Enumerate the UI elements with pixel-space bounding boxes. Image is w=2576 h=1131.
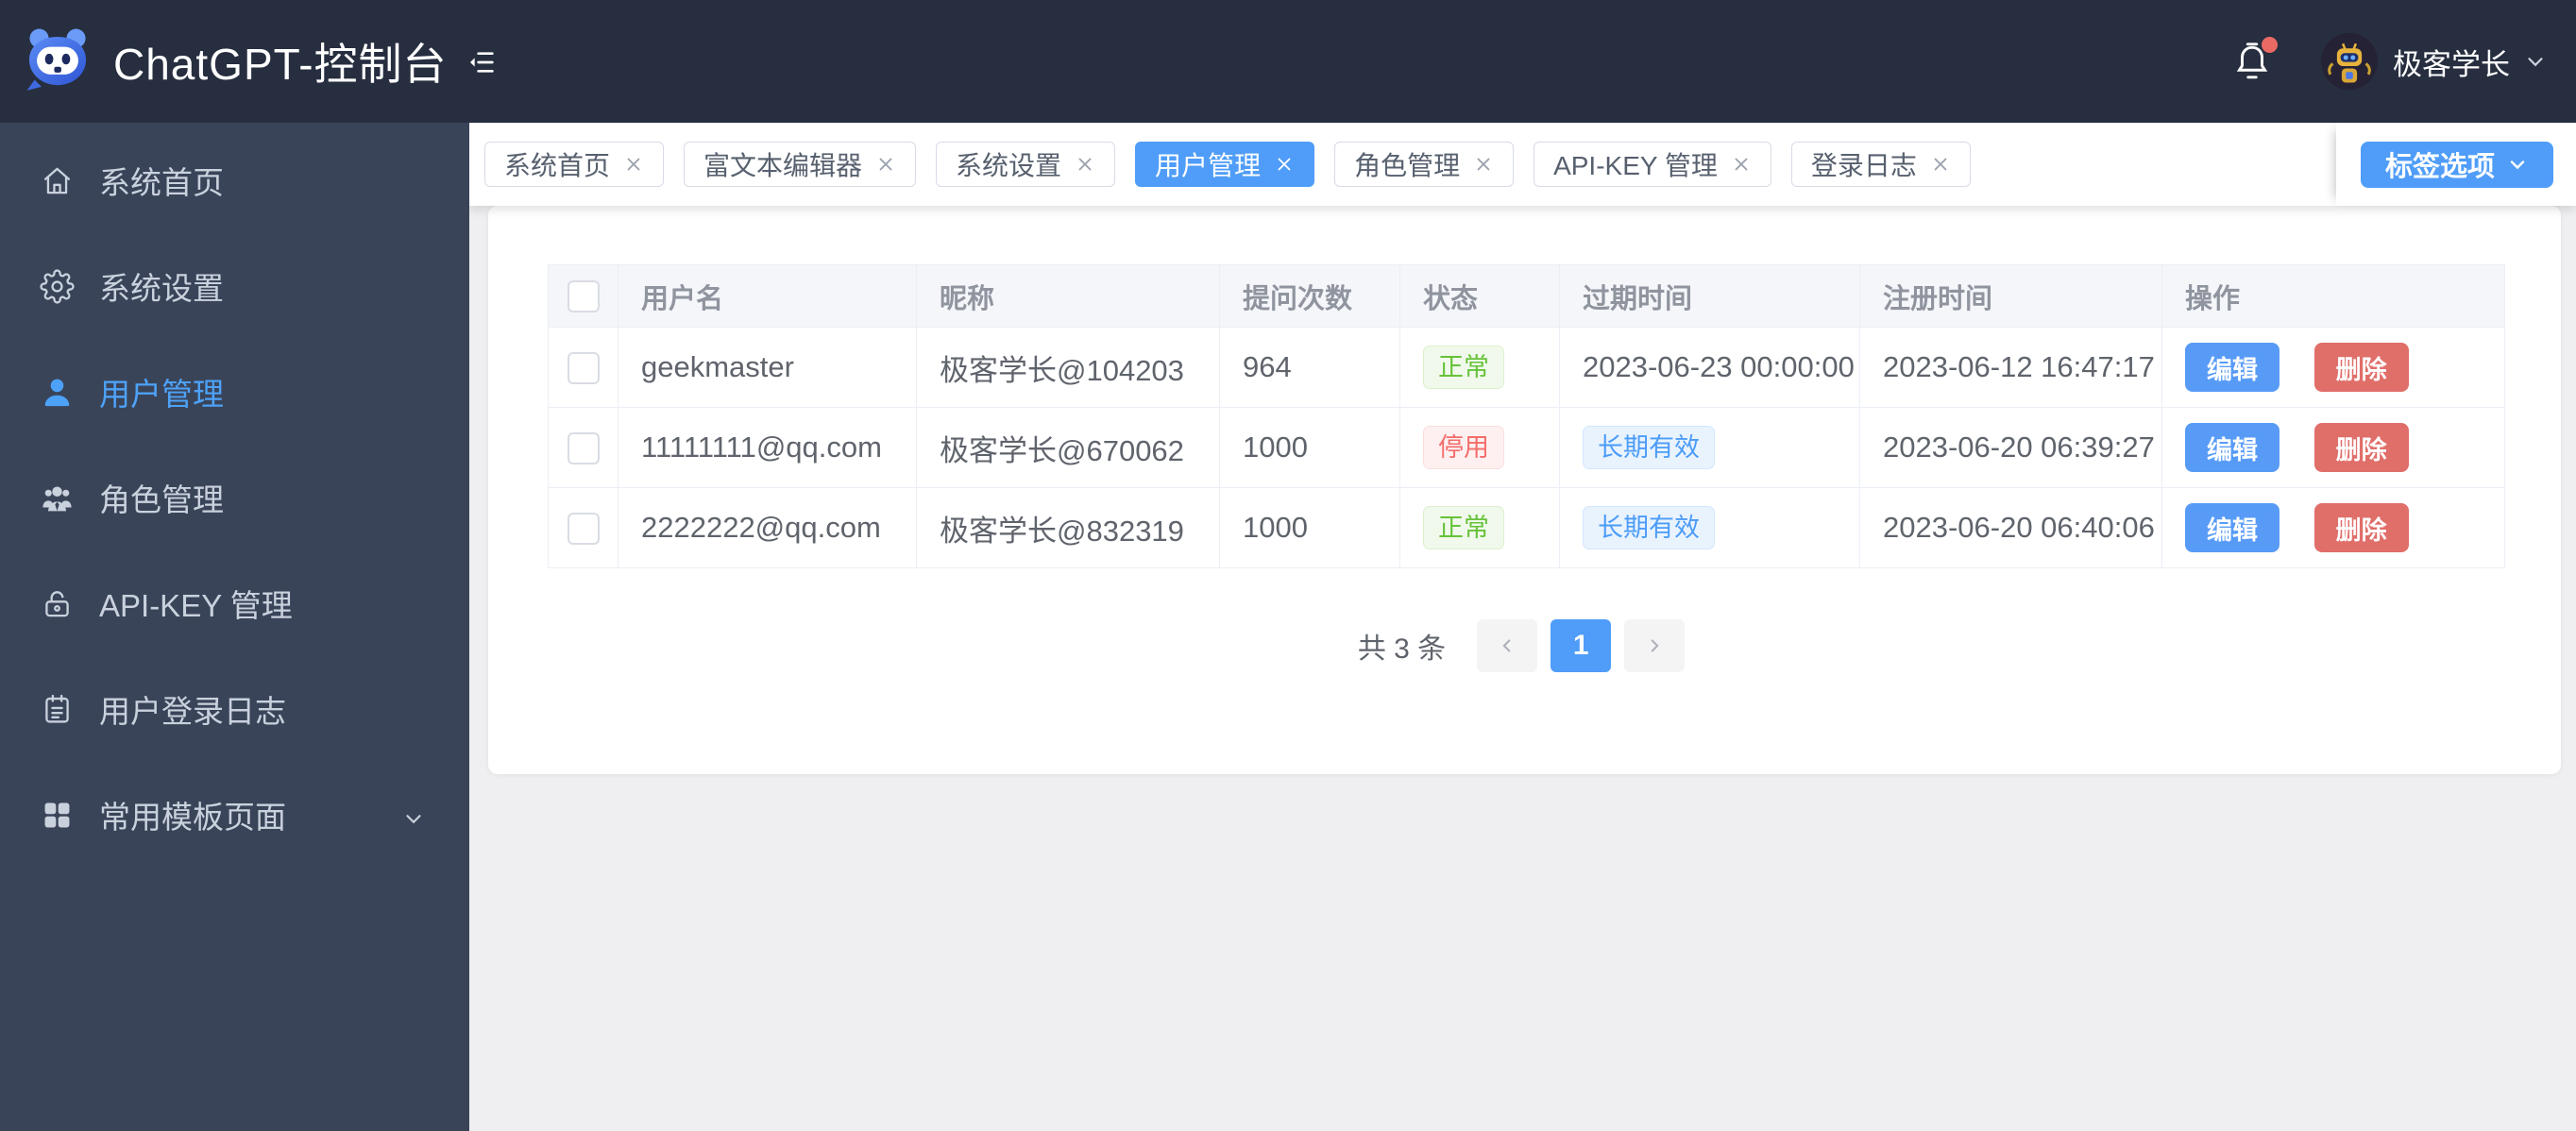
notification-bell-icon[interactable] [2232,37,2278,84]
tab-richtext-editor[interactable]: 富文本编辑器 [684,142,917,187]
app-title: ChatGPT-控制台 [113,40,448,89]
cell-username: 2222222@qq.com [618,487,917,568]
user-table-card: 用户名 昵称 提问次数 状态 过期时间 注册时间 操作 geekmaster 极… [488,206,2561,774]
close-icon[interactable] [1075,154,1095,175]
cell-nickname: 极客学长@104203 [916,327,1220,408]
sidebar-item-label: 角色管理 [99,482,224,517]
close-icon[interactable] [1930,154,1951,175]
chevron-down-icon [2506,153,2529,176]
sidebar-item-roles[interactable]: 角色管理 [0,445,469,550]
app-header: ChatGPT-控制台 极客学长 [0,0,2576,123]
row-checkbox[interactable] [567,432,600,465]
edit-button[interactable]: 编辑 [2185,503,2279,552]
log-icon [40,692,75,727]
page-number-button[interactable]: 1 [1551,619,1612,672]
close-icon[interactable] [623,154,644,175]
user-table: 用户名 昵称 提问次数 状态 过期时间 注册时间 操作 geekmaster 极… [548,264,2505,568]
sidebar-item-label: 用户管理 [99,377,224,412]
cell-register-time: 2023-06-20 06:40:06 [1859,487,2162,568]
user-icon [40,375,75,410]
app-logo-icon [26,28,87,91]
status-badge: 停用 [1423,426,1504,469]
close-icon[interactable] [1274,154,1295,175]
prev-page-button[interactable] [1477,619,1538,672]
close-icon[interactable] [1731,154,1752,175]
next-page-button[interactable] [1624,619,1686,672]
notification-badge [2262,37,2278,53]
tab-apikey-management[interactable]: API-KEY 管理 [1534,142,1771,187]
expire-badge: 长期有效 [1583,426,1715,469]
col-actions: 操作 [2161,264,2505,328]
user-chevron-down-icon[interactable] [2523,49,2548,74]
cell-nickname: 极客学长@832319 [916,487,1220,568]
cell-question-count: 964 [1219,327,1400,408]
close-icon[interactable] [875,154,896,175]
sidebar-item-label: 系统设置 [99,271,224,306]
cell-register-time: 2023-06-20 06:39:27 [1859,407,2162,488]
sidebar-item-label: 常用模板页面 [99,800,286,835]
tab-options-button[interactable]: 标签选项 [2360,141,2553,188]
tab-user-management[interactable]: 用户管理 [1135,142,1315,187]
delete-button[interactable]: 删除 [2313,423,2409,472]
main-area: 系统首页 富文本编辑器 系统设置 用户管理 角色管理 API-KEY 管理 登录… [469,123,2576,1131]
sidebar-fold-icon[interactable] [466,47,498,77]
table-row: geekmaster 极客学长@104203 964 正常 2023-06-23… [548,327,2505,408]
row-checkbox[interactable] [567,352,600,385]
sidebar-item-settings[interactable]: 系统设置 [0,233,469,339]
cell-register-time: 2023-06-12 16:47:17 [1859,327,2162,408]
user-name[interactable]: 极客学长 [2393,41,2510,83]
col-status: 状态 [1399,264,1560,328]
cell-question-count: 1000 [1219,487,1400,568]
sidebar-item-label: API-KEY 管理 [99,588,293,623]
header-right: 极客学长 [2232,33,2576,90]
select-all-checkbox[interactable] [567,279,600,312]
col-register-time: 注册时间 [1859,264,2162,328]
sidebar-item-templates[interactable]: 常用模板页面 [0,762,469,868]
close-icon[interactable] [1473,154,1494,175]
col-question-count: 提问次数 [1219,264,1400,328]
col-nickname: 昵称 [916,264,1220,328]
sidebar: 系统首页 系统设置 用户管理 角色管理 API-KEY 管理 用户登录日志 常用… [0,123,469,1131]
tab-login-log[interactable]: 登录日志 [1790,142,1971,187]
grid-icon [40,798,75,833]
status-badge: 正常 [1423,346,1504,389]
table-row: 2222222@qq.com 极客学长@832319 1000 正常 长期有效 … [548,487,2505,568]
pagination: 共 3 条 1 [488,619,2561,672]
cell-question-count: 1000 [1219,407,1400,488]
tab-options-wrap: 标签选项 [2335,123,2576,206]
tab-home[interactable]: 系统首页 [484,142,665,187]
table-header-row: 用户名 昵称 提问次数 状态 过期时间 注册时间 操作 [548,264,2505,328]
chevron-down-icon [401,802,426,827]
pagination-total: 共 3 条 [1357,633,1447,665]
sidebar-item-label: 用户登录日志 [99,694,286,729]
tab-bar: 系统首页 富文本编辑器 系统设置 用户管理 角色管理 API-KEY 管理 登录… [469,123,2576,206]
tab-settings[interactable]: 系统设置 [936,142,1116,187]
sidebar-item-home[interactable]: 系统首页 [0,127,469,233]
tab-role-management[interactable]: 角色管理 [1334,142,1515,187]
avatar[interactable] [2321,33,2378,90]
cell-nickname: 极客学长@670062 [916,407,1220,488]
status-badge: 正常 [1423,506,1504,549]
cell-username: 11111111@qq.com [618,407,917,488]
gear-icon [40,268,75,304]
table-row: 11111111@qq.com 极客学长@670062 1000 停用 长期有效… [548,407,2505,488]
sidebar-item-login-log[interactable]: 用户登录日志 [0,656,469,762]
edit-button[interactable]: 编辑 [2185,423,2279,472]
row-checkbox[interactable] [567,513,600,546]
cell-expire-time: 2023-06-23 00:00:00 [1559,327,1860,408]
edit-button[interactable]: 编辑 [2185,343,2279,392]
lock-icon [40,586,75,621]
sidebar-item-apikey[interactable]: API-KEY 管理 [0,550,469,656]
content-area: 用户名 昵称 提问次数 状态 过期时间 注册时间 操作 geekmaster 极… [469,206,2576,1131]
cell-username: geekmaster [618,327,917,408]
delete-button[interactable]: 删除 [2313,343,2409,392]
delete-button[interactable]: 删除 [2313,503,2409,552]
sidebar-item-users[interactable]: 用户管理 [0,339,469,445]
col-username: 用户名 [618,264,917,328]
expire-badge: 长期有效 [1583,506,1715,549]
col-expire-time: 过期时间 [1559,264,1860,328]
sidebar-item-label: 系统首页 [99,165,224,200]
home-icon [40,163,75,198]
users-icon [40,481,75,515]
